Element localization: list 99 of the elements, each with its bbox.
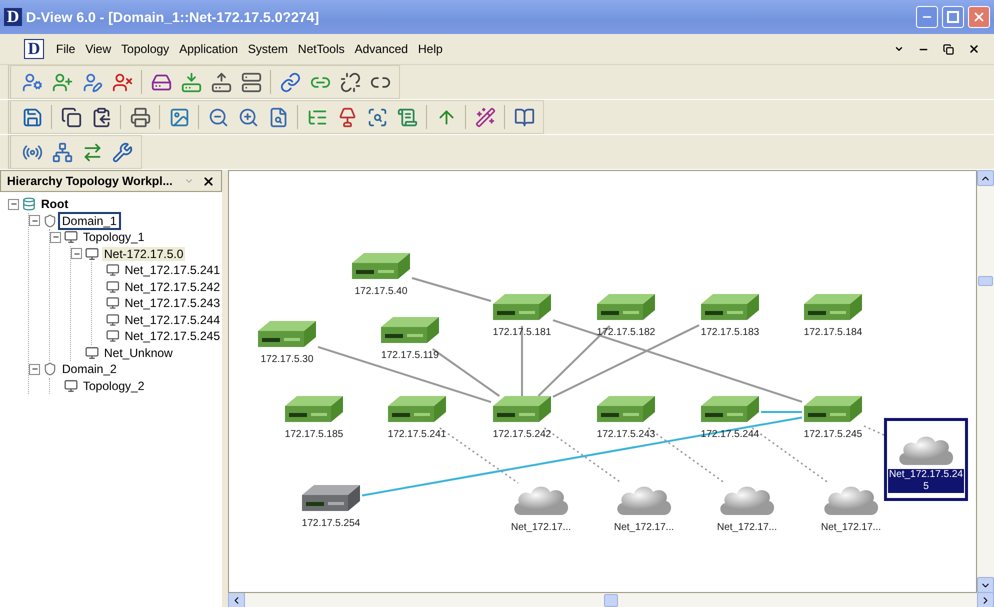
tree-item[interactable]: Domain_2 [60, 362, 119, 376]
close-icon [968, 43, 980, 55]
add-user-icon [52, 72, 72, 92]
node-label: 172.17.5.30 [260, 354, 314, 365]
computer-icon [85, 246, 99, 261]
tree-item[interactable]: Net_172.17.5.245 [122, 329, 222, 344]
menu-item[interactable]: Help [414, 40, 447, 58]
tree-item[interactable]: Net_172.17.5.242 [122, 280, 222, 294]
connection-line [761, 411, 802, 413]
menu-item[interactable]: System [244, 40, 292, 58]
expander-icon[interactable] [8, 198, 19, 210]
maximize-button[interactable] [942, 6, 964, 28]
node-label: Net_172.17.5.245 [888, 469, 964, 493]
node-label: Net_172.17... [510, 522, 572, 533]
script-icon [396, 106, 418, 128]
restore-icon [943, 44, 954, 54]
copy-icon [60, 106, 82, 128]
expander-icon[interactable] [29, 215, 40, 226]
node-label: 172.17.5.243 [596, 429, 656, 440]
menu-item[interactable]: Topology [117, 40, 174, 58]
node-label: Net_172.17... [820, 522, 882, 533]
zoom-in-icon [238, 106, 258, 128]
tree-item[interactable]: Net_172.17.5.243 [122, 296, 222, 310]
edit-user-icon [82, 72, 102, 92]
tree-item[interactable]: Domain_1 [60, 214, 119, 228]
device-icon [150, 72, 172, 92]
zoom-out-icon [208, 106, 228, 128]
node-label: 172.17.5.185 [284, 429, 344, 440]
tree-item[interactable]: Net_172.17.5.244 [122, 312, 222, 327]
selected-network-node[interactable]: Net_172.17.5.245 [884, 418, 968, 501]
tree-item[interactable]: Topology_1 [81, 230, 146, 244]
horizontal-scrollbar[interactable] [228, 593, 994, 607]
save-icon [22, 106, 42, 128]
connection-line [521, 326, 523, 396]
node-label: 172.17.5.244 [700, 429, 760, 440]
menu-item[interactable]: File [52, 40, 80, 58]
node-label: 172.17.5.245 [804, 429, 862, 440]
scroll-thumb[interactable] [978, 276, 993, 286]
node-label: 172.17.5.181 [492, 327, 552, 338]
menu-logo[interactable]: D [24, 39, 44, 59]
database-icon [22, 197, 36, 212]
tree-item[interactable]: Net_172.17.5.241 [122, 263, 222, 278]
expander-icon[interactable] [50, 232, 61, 243]
app-logo: D [4, 8, 22, 26]
maximize-icon [947, 11, 959, 23]
computer-icon [106, 296, 120, 310]
expander-icon[interactable] [29, 364, 40, 375]
node-label: 172.17.5.119 [381, 350, 439, 361]
computer-icon [64, 230, 78, 244]
add-device-icon [180, 72, 202, 92]
remove-device-icon [240, 72, 262, 92]
edit-link-icon [340, 72, 360, 92]
scroll-thumb[interactable] [604, 594, 618, 606]
computer-icon [85, 346, 99, 360]
computer-icon [106, 312, 120, 327]
user-settings-icon [22, 72, 42, 92]
node-label: 172.17.5.241 [388, 429, 446, 440]
window-title: D-View 6.0 - [Domain_1::Net-172.17.5.0?274] [26, 9, 320, 25]
edit-device-icon [210, 72, 232, 92]
computer-icon [106, 280, 120, 294]
menu-item[interactable]: Application [175, 40, 242, 58]
tree-item[interactable]: Net-172.17.5.0 [102, 246, 186, 261]
wrench-icon [112, 142, 132, 162]
node-label: Net_172.17... [614, 522, 674, 533]
zoom-page-icon [268, 106, 288, 128]
close-icon [972, 10, 986, 24]
computer-icon [106, 329, 120, 344]
node-label: 172.17.5.254 [302, 518, 360, 529]
book-icon [514, 106, 534, 128]
vertical-scrollbar[interactable] [977, 170, 994, 593]
swap-arrows-icon [82, 142, 102, 162]
scan-icon [366, 106, 388, 128]
menu-item[interactable]: View [81, 40, 116, 58]
paste-icon [90, 106, 112, 128]
tree-item[interactable]: Net_Unknow [102, 346, 175, 360]
node-label: 172.17.5.182 [596, 327, 656, 338]
caret-icon [894, 44, 904, 54]
computer-icon [106, 263, 120, 278]
link-icon [280, 72, 300, 92]
delete-user-icon [112, 72, 132, 92]
shield-icon [43, 214, 57, 228]
node-label: 172.17.5.183 [700, 327, 760, 338]
network-icon [52, 142, 72, 162]
node-label: Net_172.17... [716, 522, 778, 533]
image-icon [168, 106, 190, 128]
expander-icon[interactable] [71, 248, 82, 260]
wand-icon [474, 106, 496, 128]
node-label: 172.17.5.40 [354, 286, 408, 297]
shield-icon [43, 362, 57, 376]
tree-item[interactable]: Root [39, 197, 70, 212]
panel-title: Hierarchy Topology Workpl... [7, 174, 174, 188]
menu-item[interactable]: Advanced [350, 40, 412, 58]
tree-item[interactable]: Topology_2 [81, 378, 146, 393]
node-label: 172.17.5.184 [804, 327, 862, 338]
close-icon[interactable] [202, 174, 215, 188]
print-icon [130, 106, 150, 128]
menu-item[interactable]: NetTools [294, 40, 349, 58]
node-label: 172.17.5.242 [492, 429, 552, 440]
computer-icon [64, 378, 78, 393]
